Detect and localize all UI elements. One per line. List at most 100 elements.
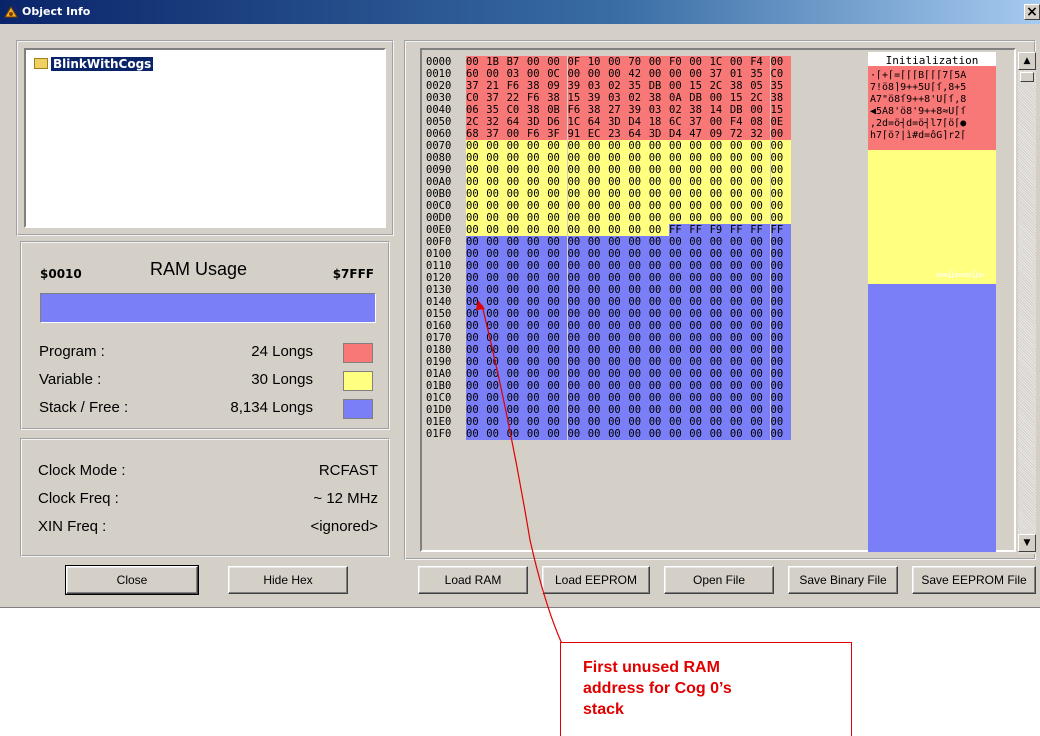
- hex-byte[interactable]: 00: [567, 308, 588, 320]
- hex-byte[interactable]: 00: [628, 404, 649, 416]
- hex-byte[interactable]: 00: [486, 296, 507, 308]
- hex-byte[interactable]: 00: [587, 164, 609, 176]
- hex-byte[interactable]: 00: [770, 392, 791, 404]
- hex-byte[interactable]: 00: [750, 332, 771, 344]
- hex-byte[interactable]: 00: [689, 320, 710, 332]
- hex-byte[interactable]: 00: [547, 320, 568, 332]
- hex-byte[interactable]: 00: [648, 368, 669, 380]
- hex-byte[interactable]: 00: [567, 200, 588, 212]
- hex-byte[interactable]: 00: [547, 56, 568, 68]
- hex-byte[interactable]: 00: [486, 392, 507, 404]
- hex-byte[interactable]: 00: [486, 260, 507, 272]
- hex-byte[interactable]: 00: [628, 260, 649, 272]
- hex-byte[interactable]: 00: [628, 188, 649, 200]
- hex-byte[interactable]: 38: [526, 104, 548, 116]
- hex-byte[interactable]: 00: [587, 404, 609, 416]
- hex-byte[interactable]: 00: [466, 320, 487, 332]
- hex-byte[interactable]: 00: [648, 68, 669, 80]
- hex-byte[interactable]: 00: [608, 212, 629, 224]
- hex-byte[interactable]: 00: [526, 320, 548, 332]
- hex-byte[interactable]: 00: [689, 380, 710, 392]
- hex-byte[interactable]: 00: [770, 380, 791, 392]
- hex-byte[interactable]: 00: [689, 236, 710, 248]
- hex-byte[interactable]: 00: [608, 176, 629, 188]
- hex-byte[interactable]: 37: [689, 116, 710, 128]
- hex-byte[interactable]: 0B: [547, 104, 568, 116]
- hex-byte[interactable]: 00: [750, 356, 771, 368]
- hex-byte[interactable]: 37: [486, 92, 507, 104]
- hex-byte[interactable]: 00: [608, 224, 629, 236]
- hex-byte[interactable]: F6: [526, 92, 548, 104]
- hex-byte[interactable]: 00: [567, 68, 588, 80]
- hex-byte[interactable]: 08: [750, 116, 771, 128]
- hex-byte[interactable]: 00: [526, 176, 548, 188]
- hex-byte[interactable]: 00: [689, 140, 710, 152]
- hex-byte[interactable]: 00: [669, 296, 690, 308]
- hex-byte[interactable]: 00: [750, 308, 771, 320]
- hex-byte[interactable]: 00: [750, 176, 771, 188]
- hex-byte[interactable]: 14: [709, 104, 730, 116]
- hex-byte[interactable]: 00: [770, 332, 791, 344]
- hex-byte[interactable]: 09: [547, 80, 568, 92]
- hex-byte[interactable]: 00: [506, 200, 527, 212]
- hex-byte[interactable]: 21: [486, 80, 507, 92]
- hex-byte[interactable]: 00: [689, 392, 710, 404]
- hex-byte[interactable]: 00: [526, 308, 548, 320]
- hex-byte[interactable]: 39: [587, 92, 609, 104]
- hex-byte[interactable]: 00: [608, 308, 629, 320]
- hex-byte[interactable]: C0: [770, 68, 791, 80]
- hex-byte[interactable]: 38: [770, 92, 791, 104]
- hex-byte[interactable]: 00: [669, 428, 690, 440]
- hex-byte[interactable]: 00: [709, 260, 730, 272]
- hex-byte[interactable]: 00: [648, 392, 669, 404]
- hex-byte[interactable]: EC: [587, 128, 609, 140]
- hex-byte[interactable]: 00: [628, 152, 649, 164]
- hex-byte[interactable]: 91: [567, 128, 588, 140]
- hex-byte[interactable]: 00: [770, 188, 791, 200]
- hex-byte[interactable]: 00: [608, 56, 629, 68]
- hex-byte[interactable]: 1C: [567, 116, 588, 128]
- hex-byte[interactable]: 00: [526, 368, 548, 380]
- hex-byte[interactable]: 00: [466, 272, 487, 284]
- hex-byte[interactable]: 00: [486, 404, 507, 416]
- hex-byte[interactable]: 38: [648, 92, 669, 104]
- hex-byte[interactable]: 3F: [547, 128, 568, 140]
- hex-byte[interactable]: 00: [506, 140, 527, 152]
- hex-byte[interactable]: 00: [750, 152, 771, 164]
- hex-byte[interactable]: 00: [506, 188, 527, 200]
- hex-byte[interactable]: 00: [506, 284, 527, 296]
- hex-byte[interactable]: 00: [729, 344, 751, 356]
- object-tree[interactable]: BlinkWithCogs: [24, 48, 386, 228]
- hex-byte[interactable]: 00: [770, 368, 791, 380]
- hex-byte[interactable]: 00: [526, 284, 548, 296]
- hex-byte[interactable]: 00: [729, 284, 751, 296]
- hex-byte[interactable]: 00: [466, 344, 487, 356]
- hex-byte[interactable]: 00: [526, 392, 548, 404]
- hex-byte[interactable]: 72: [729, 128, 751, 140]
- hex-byte[interactable]: 00: [648, 272, 669, 284]
- hex-byte[interactable]: 00: [689, 416, 710, 428]
- hex-byte[interactable]: 00: [628, 224, 649, 236]
- hex-byte[interactable]: 00: [770, 356, 791, 368]
- hex-byte[interactable]: 00: [709, 332, 730, 344]
- hex-byte[interactable]: 00: [750, 164, 771, 176]
- hex-byte[interactable]: 00: [587, 152, 609, 164]
- hex-byte[interactable]: 00: [587, 332, 609, 344]
- hex-byte[interactable]: 00: [669, 164, 690, 176]
- hex-byte[interactable]: 00: [608, 404, 629, 416]
- hex-byte[interactable]: 00: [567, 152, 588, 164]
- hex-byte[interactable]: 00: [750, 344, 771, 356]
- close-icon[interactable]: ×: [1024, 4, 1040, 20]
- title-bar[interactable]: Object Info ×: [0, 0, 1040, 24]
- hex-byte[interactable]: 00: [466, 200, 487, 212]
- hex-byte[interactable]: 00: [750, 368, 771, 380]
- hex-byte[interactable]: 00: [587, 224, 609, 236]
- hex-byte[interactable]: 00: [729, 380, 751, 392]
- hex-byte[interactable]: 00: [506, 176, 527, 188]
- hex-byte[interactable]: 00: [567, 380, 588, 392]
- hex-byte[interactable]: 00: [466, 56, 487, 68]
- hex-byte[interactable]: 00: [729, 332, 751, 344]
- hex-byte[interactable]: 00: [547, 188, 568, 200]
- hex-byte[interactable]: 10: [587, 56, 609, 68]
- hex-byte[interactable]: 00: [486, 344, 507, 356]
